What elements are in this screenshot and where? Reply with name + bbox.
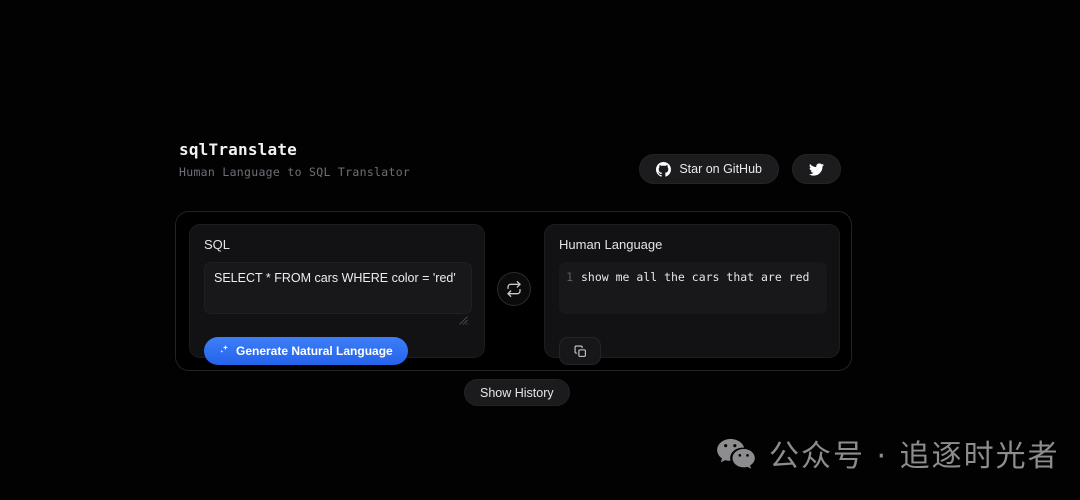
page-subtitle: Human Language to SQL Translator — [179, 165, 411, 179]
result-code-block: 1 show me all the cars that are red — [559, 262, 827, 314]
copy-result-button[interactable] — [559, 337, 601, 365]
sql-input[interactable] — [204, 262, 472, 314]
watermark-text: 公众号 · 追逐时光者 — [769, 438, 1060, 474]
twitter-share-button[interactable] — [792, 154, 841, 184]
github-icon — [656, 161, 672, 177]
translator-panel: SQL Generate Natural Language — [175, 211, 852, 371]
generate-button-label: Generate Natural Language — [236, 344, 393, 358]
sql-input-card: SQL Generate Natural Language — [189, 224, 485, 365]
copy-icon — [574, 345, 587, 358]
sql-card-label: SQL — [204, 237, 231, 252]
header-actions: Star on GitHub — [639, 154, 841, 184]
show-history-label: Show History — [480, 385, 554, 400]
show-history-button[interactable]: Show History — [464, 379, 570, 406]
code-line: 1 show me all the cars that are red — [559, 269, 827, 285]
generate-natural-language-button[interactable]: Generate Natural Language — [204, 337, 408, 365]
result-card-label: Human Language — [559, 237, 663, 252]
swap-direction-button[interactable] — [497, 272, 531, 306]
watermark: 公众号 · 追逐时光者 — [716, 437, 1060, 476]
app-header: sqlTranslate Human Language to SQL Trans… — [179, 140, 841, 186]
result-card: Human Language 1 show me all the cars th… — [544, 224, 840, 365]
wechat-icon — [716, 437, 756, 476]
brand: sqlTranslate Human Language to SQL Trans… — [179, 140, 410, 180]
resize-handle-icon[interactable] — [459, 316, 468, 325]
page-title: sqlTranslate — [179, 140, 297, 159]
app-root: sqlTranslate Human Language to SQL Trans… — [0, 0, 1080, 500]
swap-arrows-icon — [506, 281, 522, 297]
code-line-number: 1 — [566, 270, 573, 284]
star-on-github-button[interactable]: Star on GitHub — [639, 154, 779, 184]
code-line-text: show me all the cars that are red — [581, 270, 810, 284]
twitter-icon — [809, 162, 824, 177]
sparkle-icon — [219, 344, 230, 358]
star-on-github-label: Star on GitHub — [679, 162, 762, 176]
